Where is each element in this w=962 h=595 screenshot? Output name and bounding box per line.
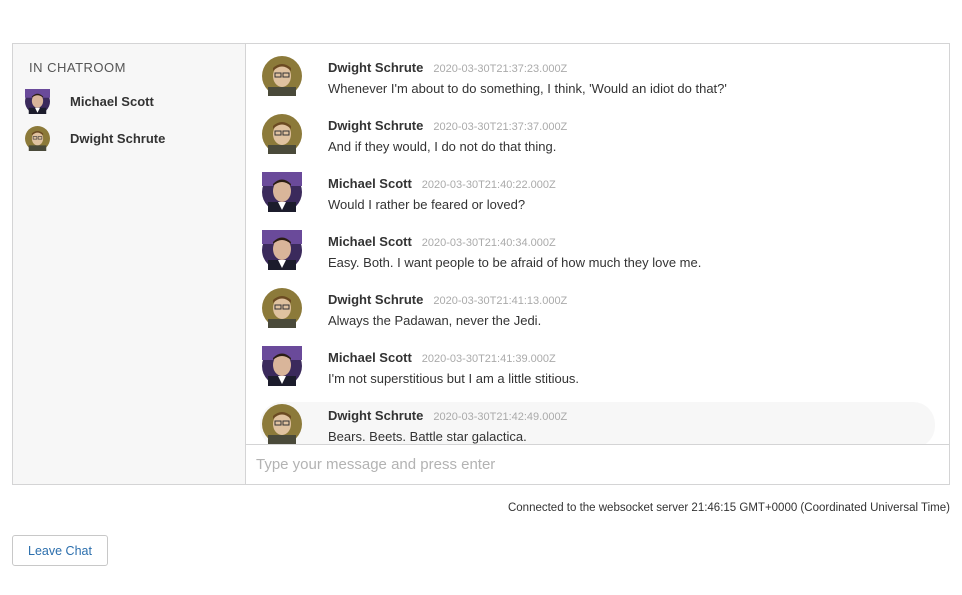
message-timestamp: 2020-03-30T21:41:39.000Z [421, 353, 556, 365]
message-author: Dwight Schrute [328, 60, 424, 75]
michael-avatar-icon [262, 346, 302, 386]
michael-avatar-icon [262, 172, 302, 212]
message-timestamp: 2020-03-30T21:37:23.000Z [433, 63, 568, 75]
member-name: Dwight Schrute [70, 131, 166, 146]
message-item: Dwight Schrute 2020-03-30T21:42:49.000Z … [260, 402, 935, 444]
message-author: Dwight Schrute [328, 118, 424, 133]
member-name: Michael Scott [70, 94, 154, 109]
connection-status: Connected to the websocket server 21:46:… [507, 502, 950, 514]
message-timestamp: 2020-03-30T21:37:37.000Z [433, 121, 568, 133]
message-author: Michael Scott [328, 176, 412, 191]
dwight-avatar-icon [262, 288, 302, 328]
leave-chat-button[interactable]: Leave Chat [12, 535, 108, 566]
chat-window: IN CHATROOM Michael Scott Dwight Schrute… [12, 43, 950, 485]
message-item: Dwight Schrute 2020-03-30T21:37:23.000Z … [260, 54, 935, 100]
message-text: Always the Padawan, never the Jedi. [328, 313, 542, 328]
message-author: Dwight Schrute [328, 292, 424, 307]
dwight-avatar-icon [25, 126, 50, 151]
message-item: Michael Scott 2020-03-30T21:41:39.000Z I… [260, 344, 935, 390]
message-text: Bears. Beets. Battle star galactica. [328, 429, 527, 444]
dwight-avatar-icon [262, 56, 302, 96]
message-item: Dwight Schrute 2020-03-30T21:37:37.000Z … [260, 112, 935, 158]
members-sidebar: IN CHATROOM Michael Scott Dwight Schrute [13, 44, 246, 484]
member-michael-scott: Michael Scott [13, 83, 245, 120]
message-composer [246, 444, 949, 484]
message-text: Easy. Both. I want people to be afraid o… [328, 255, 702, 270]
message-timestamp: 2020-03-30T21:41:13.000Z [433, 295, 568, 307]
message-author: Michael Scott [328, 234, 412, 249]
sidebar-heading: IN CHATROOM [29, 60, 126, 75]
message-item: Dwight Schrute 2020-03-30T21:41:13.000Z … [260, 286, 935, 332]
message-text: I'm not superstitious but I am a little … [328, 371, 580, 386]
chat-main: Dwight Schrute 2020-03-30T21:37:23.000Z … [246, 44, 949, 484]
message-text: Would I rather be feared or loved? [328, 197, 526, 212]
michael-avatar-icon [262, 230, 302, 270]
message-timestamp: 2020-03-30T21:40:22.000Z [421, 179, 556, 191]
message-text: Whenever I'm about to do something, I th… [328, 81, 727, 96]
member-dwight-schrute: Dwight Schrute [13, 120, 245, 157]
message-text: And if they would, I do not do that thin… [328, 139, 557, 154]
message-author: Dwight Schrute [328, 408, 424, 423]
message-item: Michael Scott 2020-03-30T21:40:22.000Z W… [260, 170, 935, 216]
michael-avatar-icon [25, 89, 50, 114]
message-timestamp: 2020-03-30T21:40:34.000Z [421, 237, 556, 249]
message-item: Michael Scott 2020-03-30T21:40:34.000Z E… [260, 228, 935, 274]
message-input[interactable] [246, 445, 949, 484]
message-list[interactable]: Dwight Schrute 2020-03-30T21:37:23.000Z … [246, 44, 949, 444]
dwight-avatar-icon [262, 114, 302, 154]
dwight-avatar-icon [262, 404, 302, 444]
message-author: Michael Scott [328, 350, 412, 365]
message-timestamp: 2020-03-30T21:42:49.000Z [433, 411, 568, 423]
